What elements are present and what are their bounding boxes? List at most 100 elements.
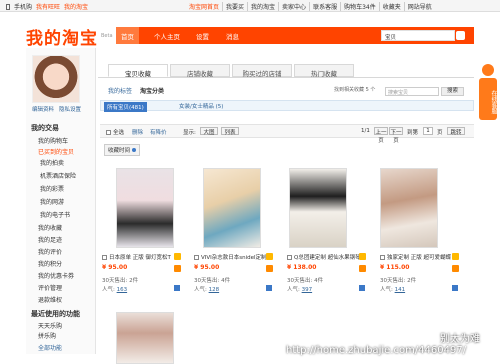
search-icon[interactable] — [456, 31, 465, 40]
nav-messages[interactable]: 消息 — [226, 31, 239, 41]
cart-icon[interactable] — [266, 265, 273, 272]
sidebar-item-review-mgmt[interactable]: 评价管理 — [38, 283, 62, 292]
topbar-buy-link[interactable]: 我要买 — [222, 2, 247, 11]
cart-icon[interactable] — [452, 265, 459, 272]
sidebar-item-review[interactable]: 我的评价 — [38, 247, 62, 256]
share-icon[interactable] — [174, 285, 180, 291]
sidebar-item-daily[interactable]: 天天乐购 — [38, 321, 62, 330]
favorite-time-tag[interactable]: 收藏时间 — [104, 144, 140, 156]
favorites-search-input[interactable]: 搜索宝贝 — [385, 87, 439, 96]
price-drop-link[interactable]: 有降价 — [150, 128, 167, 136]
tab-hot-favorites[interactable]: 热门收藏 — [294, 64, 354, 78]
topbar-mobile-link[interactable]: 手机购 — [14, 2, 32, 11]
next-page-button[interactable]: 下一页 — [389, 127, 403, 144]
cart-icon[interactable] — [174, 265, 181, 272]
sidebar-item-points[interactable]: 我的积分 — [38, 259, 62, 268]
item-pop-value[interactable]: 397 — [302, 287, 313, 293]
filter-women-clothing[interactable]: 女装/女士精品 (5) — [179, 102, 223, 110]
cart-icon[interactable] — [359, 265, 366, 272]
topbar-mytaobao-link2[interactable]: 我的淘宝 — [247, 2, 278, 11]
item-popularity: 人气: 128 — [194, 285, 219, 293]
topbar-cart-link[interactable]: 购物车34件 — [340, 2, 379, 11]
select-all-checkbox[interactable] — [106, 130, 111, 135]
view-list-button[interactable]: 列表 — [221, 127, 239, 136]
favorites-search-button[interactable]: 搜索 — [441, 87, 464, 96]
sidebar-item-pinle[interactable]: 拼乐购 — [38, 331, 56, 340]
topbar-mytaobao-link[interactable]: 我的淘宝 — [64, 2, 88, 11]
privacy-settings-link[interactable]: 隐私设置 — [59, 105, 81, 113]
service-avatar-icon[interactable] — [482, 64, 494, 76]
item-name[interactable]: 日本原单 正版 御灯宽松T — [102, 253, 184, 261]
item-image[interactable] — [116, 312, 174, 364]
wangwang-icon[interactable] — [452, 253, 459, 260]
item-checkbox[interactable] — [102, 255, 107, 260]
topbar-sitenav-link[interactable]: 网站导航 — [403, 2, 435, 11]
item-pop-value[interactable]: 141 — [395, 287, 406, 293]
item-popularity: 人气: 141 — [380, 285, 405, 293]
view-big-button[interactable]: 大图 — [200, 127, 218, 136]
item-sold: 30天售出: 2件 — [380, 278, 417, 284]
topbar-seller-link[interactable]: 卖家中心 — [278, 2, 309, 11]
beta-label: Beta — [101, 33, 113, 39]
item-pop-value[interactable]: 163 — [117, 287, 128, 293]
nav-search-input[interactable]: 宝贝 — [381, 30, 455, 41]
delete-link[interactable]: 删除 — [132, 128, 143, 136]
item-price: ¥ 95.00 — [102, 264, 128, 271]
online-service-button[interactable]: 在线客服 — [479, 78, 497, 120]
topbar-service-link[interactable]: 联系客服 — [309, 2, 340, 11]
item-image[interactable] — [380, 168, 438, 248]
sidebar-item-cart[interactable]: 我的购物车 — [38, 136, 68, 145]
item-pop-value[interactable]: 128 — [209, 287, 220, 293]
sidebar-item-footprint[interactable]: 我的足迹 — [38, 235, 62, 244]
topbar-wangwang-link[interactable]: 我有旺旺 — [36, 2, 60, 11]
sidebar-item-lottery[interactable]: 我的彩票 — [40, 184, 64, 193]
item-image[interactable] — [289, 168, 347, 248]
wangwang-icon[interactable] — [359, 253, 366, 260]
item-image[interactable] — [116, 168, 174, 248]
sidebar-item-refund[interactable]: 退款维权 — [38, 295, 62, 304]
item-name[interactable]: 独家定制 正版 超可爱蝴蝶 — [380, 253, 462, 261]
share-icon[interactable] — [266, 285, 272, 291]
item-image[interactable] — [203, 168, 261, 248]
nav-settings[interactable]: 设置 — [196, 31, 209, 41]
wangwang-icon[interactable] — [174, 253, 181, 260]
goto-page-input[interactable]: 1 — [423, 127, 433, 135]
sidebar-item-games[interactable]: 我的网游 — [40, 197, 64, 206]
item-name[interactable]: VIVI杂志款日本snidel定制 — [194, 253, 276, 261]
sidebar-section-trade: 我的交易 — [31, 124, 59, 132]
item-checkbox[interactable] — [194, 255, 199, 260]
wangwang-icon[interactable] — [266, 253, 273, 260]
share-icon[interactable] — [359, 285, 365, 291]
sidebar-item-coupons[interactable]: 我的优惠卡券 — [38, 271, 74, 280]
sidebar-item-favorites[interactable]: 我的收藏 — [38, 223, 62, 232]
tab-item-favorites[interactable]: 宝贝收藏 — [108, 64, 168, 78]
nav-home[interactable]: 首页 — [116, 27, 139, 44]
item-name[interactable]: Q总团建定制 超仙水果钢琴裙 — [287, 253, 369, 261]
topbar-home-link[interactable]: 淘宝网首页 — [186, 2, 222, 11]
goto-button[interactable]: 跳转 — [447, 127, 465, 136]
sidebar-item-auction[interactable]: 我的拍卖 — [40, 158, 64, 167]
nav-profile[interactable]: 个人主页 — [154, 31, 180, 41]
sidebar-item-travel[interactable]: 机票酒店保险 — [40, 171, 76, 180]
sidebar-item-ebook[interactable]: 我的电子书 — [40, 210, 70, 219]
item-name-text: VIVI杂志款日本snidel定制 — [201, 255, 267, 261]
taobao-category-label[interactable]: 淘宝分类 — [140, 86, 164, 95]
edit-profile-link[interactable]: 编辑资料 — [32, 105, 54, 113]
item-checkbox[interactable] — [380, 255, 385, 260]
sidebar-item-bought[interactable]: 已买到的宝贝 — [38, 147, 74, 156]
top-toolbar: 手机购 我有旺旺 我的淘宝 淘宝网首页 我要买 我的淘宝 卖家中心 联系客服 购… — [0, 0, 500, 12]
tab-bought-shops[interactable]: 购买过的店铺 — [232, 64, 292, 78]
site-logo[interactable]: 我的淘宝 — [26, 24, 98, 49]
avatar[interactable] — [32, 55, 80, 103]
tab-shop-favorites[interactable]: 店铺收藏 — [170, 64, 230, 78]
item-pop-label: 人气: — [194, 287, 209, 293]
share-icon[interactable] — [452, 285, 458, 291]
my-tags-link[interactable]: 我的标签 — [108, 86, 132, 95]
page-indicator: 1/1 — [361, 128, 370, 134]
item-checkbox[interactable] — [287, 255, 292, 260]
filter-all-items[interactable]: 所有宝贝(481) — [104, 102, 147, 112]
select-all-group[interactable]: 全选 — [106, 128, 124, 136]
topbar-favorites-link[interactable]: 收藏夹 — [378, 2, 404, 11]
prev-page-button[interactable]: 上一页 — [374, 127, 388, 144]
sidebar-item-all-functions[interactable]: 全部功能 — [38, 343, 62, 352]
